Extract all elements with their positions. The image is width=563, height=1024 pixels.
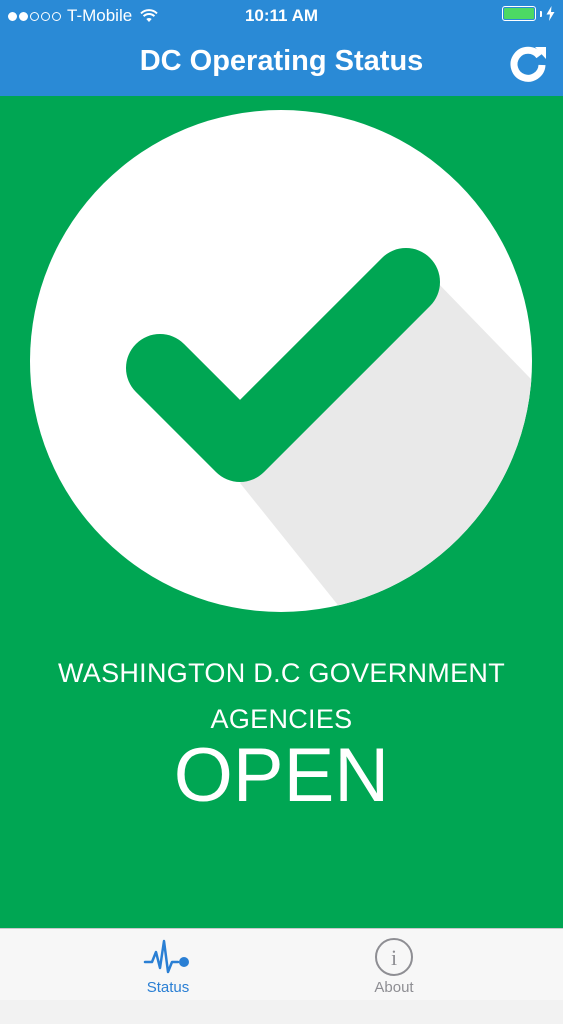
status-bar: T-Mobile 10:11 AM <box>0 0 563 32</box>
tab-about[interactable]: i About <box>344 929 444 1001</box>
status-panel: WASHINGTON D.C GOVERNMENT AGENCIES OPEN <box>0 96 563 1024</box>
battery-level <box>504 8 534 19</box>
agency-label-line1: WASHINGTON D.C GOVERNMENT <box>57 658 505 688</box>
checkmark-icon <box>126 248 532 612</box>
tab-bar: Status i About <box>0 928 563 1000</box>
pulse-icon <box>143 939 189 974</box>
page-title: DC Operating Status <box>139 45 424 77</box>
refresh-button[interactable] <box>505 42 551 88</box>
operating-status-text: OPEN <box>173 733 390 818</box>
status-bar-right <box>502 6 555 21</box>
agency-label: WASHINGTON D.C GOVERNMENT AGENCIES <box>0 650 563 742</box>
svg-text:i: i <box>391 945 397 970</box>
tab-label: Status <box>146 979 190 996</box>
battery-tip <box>540 10 542 17</box>
status-circle <box>30 110 532 612</box>
charging-bolt-icon <box>546 6 555 21</box>
info-icon: i <box>375 938 413 976</box>
tab-status[interactable]: Status <box>118 929 218 1001</box>
nav-bar: DC Operating Status <box>0 32 563 96</box>
tab-label: About <box>374 979 414 996</box>
clock: 10:11 AM <box>244 6 319 25</box>
refresh-icon <box>510 46 546 82</box>
battery-icon <box>502 6 536 21</box>
